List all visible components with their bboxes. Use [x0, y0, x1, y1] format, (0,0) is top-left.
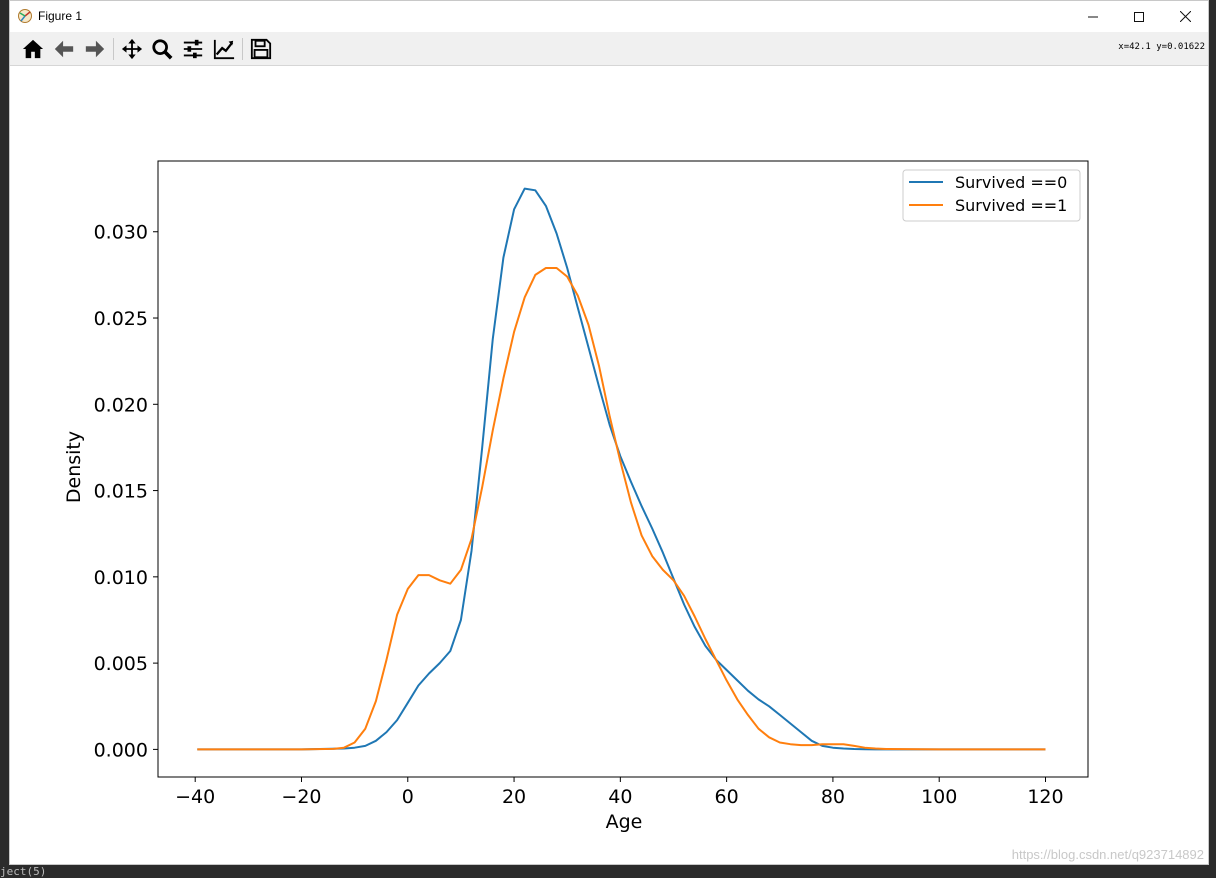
x-tick-label: −20 — [281, 786, 321, 808]
density-chart: −40 −20 0 20 40 60 80 100 120 0.000 0.005 0.010 0.01… — [63, 160, 1089, 833]
y-axis-label: Density — [63, 431, 85, 503]
y-tick-label: 0.025 — [94, 308, 148, 330]
x-axis-label: Age — [606, 811, 643, 833]
x-tick-label: 0 — [402, 786, 414, 808]
series-line-survived-1 — [197, 267, 1046, 751]
y-tick-label: 0.015 — [94, 481, 148, 503]
legend-label: Survived ==1 — [955, 196, 1067, 215]
x-tick-label: 40 — [608, 786, 632, 808]
x-tick-label: 120 — [1027, 786, 1063, 808]
x-tick-label: 20 — [502, 786, 526, 808]
y-tick-label: 0.020 — [94, 394, 148, 416]
y-tick-label: 0.000 — [94, 739, 148, 761]
legend-label: Survived ==0 — [955, 173, 1067, 192]
x-tick-label: 60 — [715, 786, 739, 808]
y-tick-label: 0.005 — [94, 653, 148, 675]
x-tick-label: 80 — [821, 786, 845, 808]
x-tick-label: 100 — [921, 786, 957, 808]
y-tick-label: 0.010 — [94, 567, 148, 589]
y-tick-label: 0.030 — [94, 222, 148, 244]
x-tick-label: −40 — [175, 786, 215, 808]
plot-area: −40 −20 0 20 40 60 80 100 120 0.000 0.005 0.010 0.01… — [63, 160, 1089, 833]
